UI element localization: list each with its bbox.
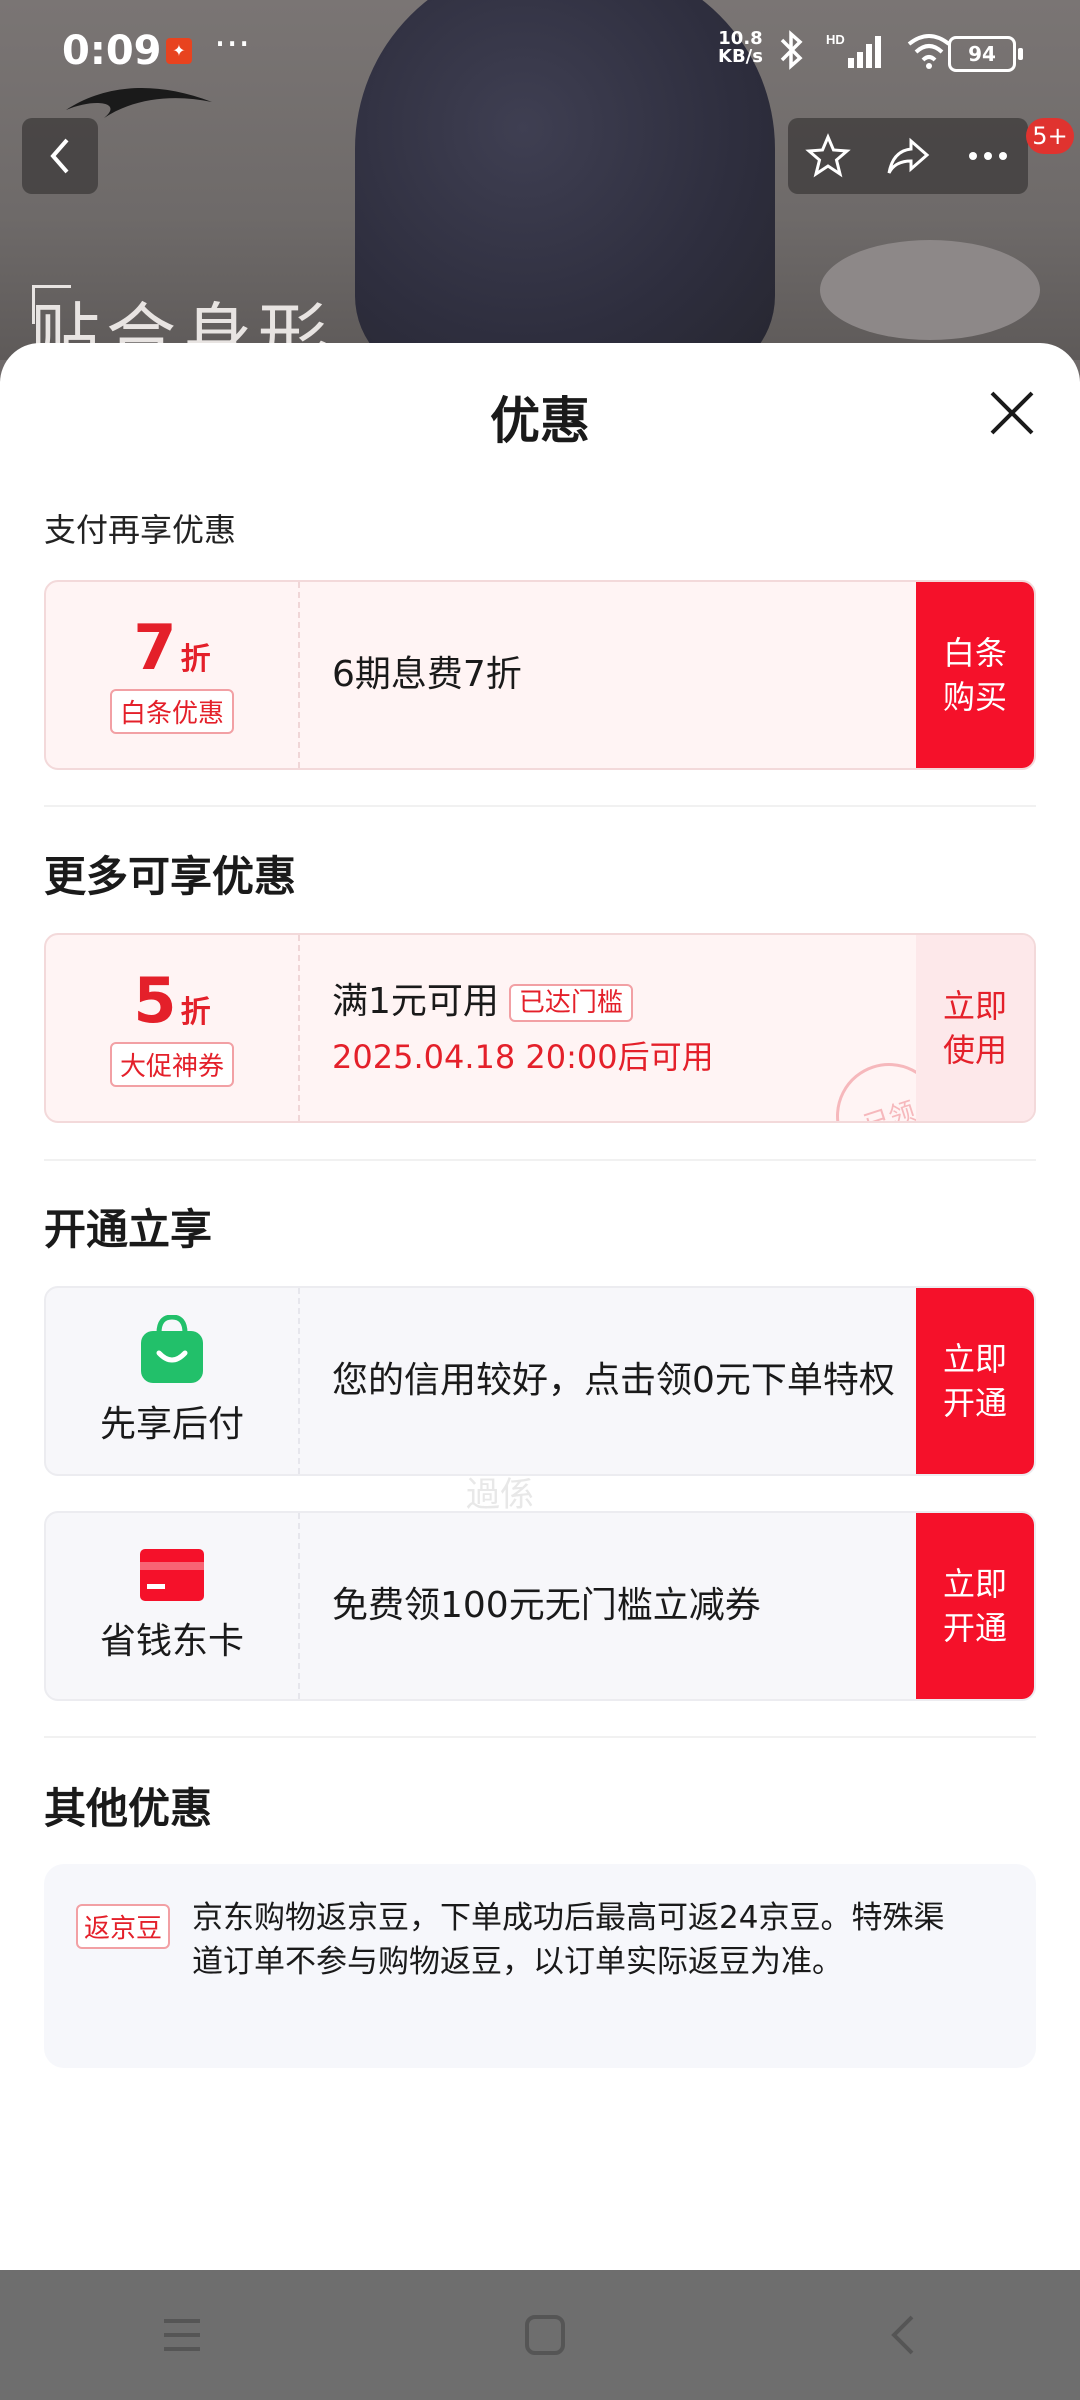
share-icon[interactable]: [885, 133, 931, 179]
card-icon: [140, 1549, 204, 1601]
bluetooth-icon: [780, 30, 803, 70]
divider: [44, 1736, 1036, 1738]
signal-icon: HD: [826, 32, 881, 68]
coupon-tag: 大促神券: [109, 1041, 234, 1087]
save-card-open-button[interactable]: 立即开通: [916, 1513, 1034, 1699]
divider: [44, 1159, 1036, 1161]
coupon-discount-value: 5折: [133, 969, 211, 1032]
baitiao-discount-unit: 折: [180, 641, 211, 677]
home-icon[interactable]: [523, 2313, 567, 2357]
status-bar: 0:09 ✦ ··· 10.8 KB/s HD 94: [0, 0, 1080, 104]
bean-tag: 返京豆: [76, 1904, 171, 1949]
network-speed-unit: KB/s: [718, 46, 763, 67]
svg-text:HD: HD: [826, 32, 845, 47]
favorite-star-icon[interactable]: [805, 133, 851, 179]
other-offer-box: 返京豆 京东购物返京豆，下单成功后最高可返24京豆。特殊渠道订单不参与购物返豆，…: [44, 1864, 1036, 2068]
baitiao-tag: 白条优惠: [109, 688, 234, 734]
baitiao-buy-button[interactable]: 白条购买: [916, 582, 1034, 768]
top-actions: [788, 118, 1028, 194]
chevron-left-icon: [50, 138, 69, 174]
pay-later-desc: 您的信用较好，点击领0元下单特权: [332, 1360, 895, 1401]
other-offer-text: 京东购物返京豆，下单成功后最高可返24京豆。特殊渠道订单不参与购物返豆，以订单实…: [192, 1900, 945, 1980]
coupon-use-label: 立即使用: [943, 987, 1008, 1069]
threshold-tag: 已达门槛: [508, 984, 633, 1022]
coupon-card: 5折 大促神券 满1元可用 已达门槛 2025.04.18 20:00后可用 已领…: [44, 933, 1036, 1123]
baitiao-desc: 6期息费7折: [332, 654, 522, 695]
pay-section-label: 支付再享优惠: [44, 511, 237, 549]
divider: [44, 805, 1036, 807]
status-time: 0:09: [62, 28, 162, 74]
coupon-use-button[interactable]: 立即使用: [916, 935, 1034, 1121]
shopping-bag-icon: [141, 1315, 203, 1383]
baitiao-discount-value: 7折: [133, 616, 211, 679]
save-card-open-label: 立即开通: [943, 1565, 1008, 1647]
coupon-discount-unit: 折: [180, 994, 211, 1030]
baitiao-discount-num: 7: [133, 610, 177, 684]
wifi-icon: [907, 34, 951, 69]
status-more-dots: ···: [214, 22, 251, 66]
coupon-condition: 满1元可用 已达门槛: [332, 978, 952, 1026]
more-section-label: 更多可享优惠: [44, 852, 297, 901]
save-card-label: 省钱东卡: [99, 1621, 244, 1662]
baitiao-discount: 7折 白条优惠: [46, 582, 300, 768]
baitiao-buy-label: 白条购买: [943, 634, 1008, 716]
coupon-desc: 满1元可用: [332, 981, 499, 1022]
save-card-desc-area: 免费领100元无门槛立减券: [332, 1513, 952, 1699]
baitiao-desc-area: 6期息费7折: [332, 582, 952, 768]
more-icon[interactable]: [965, 133, 1011, 179]
status-icons: HD: [776, 30, 952, 70]
coupon-discount-num: 5: [133, 963, 177, 1037]
system-nav-bar: [0, 2270, 1080, 2400]
close-icon[interactable]: [984, 385, 1040, 441]
save-card-service: 省钱东卡: [46, 1513, 300, 1699]
sheet-title: 优惠: [490, 392, 590, 450]
pay-later-desc-area: 您的信用较好，点击领0元下单特权: [332, 1288, 952, 1474]
pay-later-open-label: 立即开通: [943, 1340, 1008, 1422]
message-badge: 5+: [1026, 118, 1074, 154]
pay-later-label: 先享后付: [99, 1404, 244, 1445]
pay-later-card: 先享后付 您的信用较好，点击领0元下单特权 立即开通: [44, 1286, 1036, 1476]
network-speed: 10.8 KB/s: [718, 30, 763, 66]
back-button[interactable]: [22, 118, 98, 194]
baitiao-card: 7折 白条优惠 6期息费7折 白条购买: [44, 580, 1036, 770]
coupon-discount: 5折 大促神券: [46, 935, 300, 1121]
open-section-label: 开通立享: [44, 1205, 213, 1254]
menu-icon[interactable]: [160, 2315, 204, 2355]
app-notification-icon: ✦: [166, 38, 192, 64]
save-card: 省钱东卡 免费领100元无门槛立减券 立即开通: [44, 1511, 1036, 1701]
pay-later-service: 先享后付: [46, 1288, 300, 1474]
back-nav-icon[interactable]: [886, 2313, 920, 2357]
battery-indicator: 94: [948, 36, 1023, 72]
pay-later-open-button[interactable]: 立即开通: [916, 1288, 1034, 1474]
other-section-label: 其他优惠: [44, 1784, 213, 1833]
product-image-shoe: [820, 240, 1040, 340]
save-card-desc: 免费领100元无门槛立减券: [332, 1585, 761, 1626]
